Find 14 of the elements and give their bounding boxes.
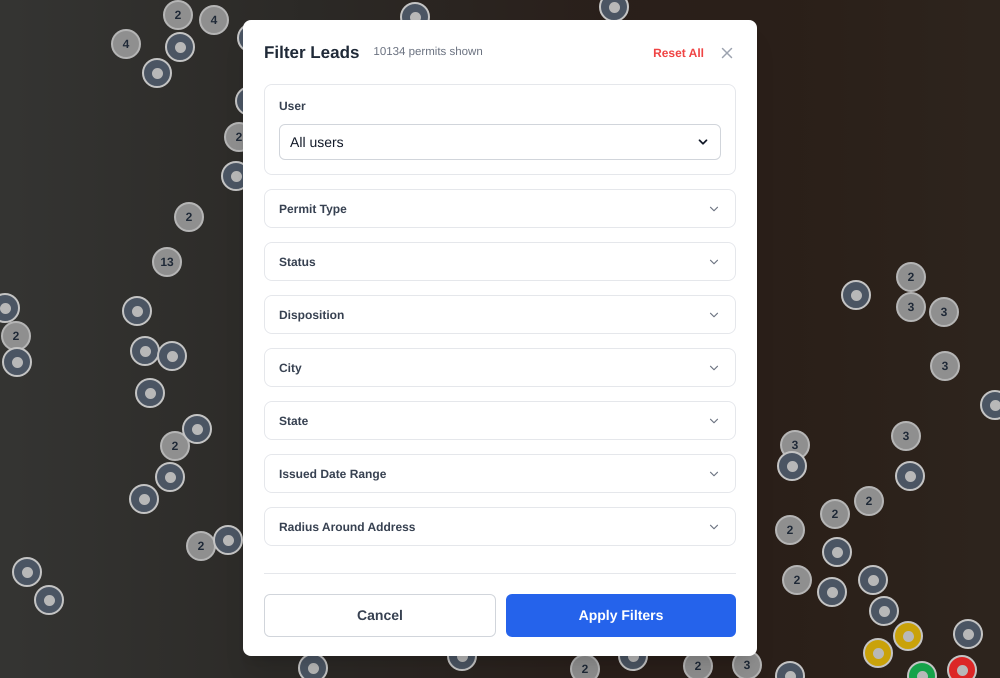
- cancel-button[interactable]: Cancel: [264, 594, 496, 637]
- filter-section-header[interactable]: Radius Around Address: [264, 507, 736, 546]
- permits-count: 10134 permits shown: [373, 45, 483, 60]
- dialog-title: Filter Leads: [264, 42, 360, 64]
- filter-section-header[interactable]: Permit Type: [264, 189, 736, 228]
- filter-section-header[interactable]: City: [264, 348, 736, 387]
- filter-section-header[interactable]: Disposition: [264, 295, 736, 334]
- reset-all-link[interactable]: Reset All: [653, 44, 704, 62]
- user-label: User: [279, 98, 307, 115]
- filter-section-header[interactable]: Issued Date Range: [264, 454, 736, 493]
- filter-section-header[interactable]: State: [264, 401, 736, 440]
- user-select[interactable]: All users: [279, 124, 721, 160]
- filter-section-header[interactable]: Status: [264, 242, 736, 281]
- apply-filters-button[interactable]: Apply Filters: [506, 594, 736, 637]
